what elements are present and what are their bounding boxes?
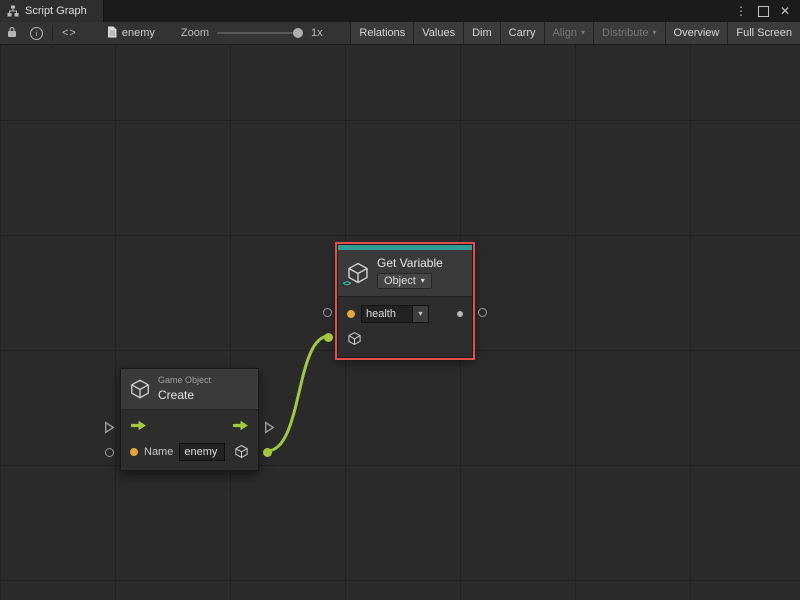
code-icon: <> bbox=[62, 27, 77, 39]
relations-button[interactable]: Relations bbox=[350, 22, 413, 44]
param-label: Name bbox=[144, 446, 173, 458]
overview-button[interactable]: Overview bbox=[665, 22, 728, 44]
caret-down-icon: ▾ bbox=[581, 29, 585, 37]
zoom-label: Zoom bbox=[181, 27, 209, 39]
variable-name-row: ▾ bbox=[338, 301, 472, 326]
edit-graph-button[interactable]: <> bbox=[56, 22, 83, 44]
object-input-row bbox=[338, 326, 472, 351]
close-icon[interactable]: ✕ bbox=[778, 4, 792, 18]
node-title: Get Variable bbox=[377, 256, 443, 270]
node-header: <> Get Variable Object ▾ bbox=[338, 250, 472, 297]
toolbar-buttons: Relations Values Dim Carry Align ▾ Distr… bbox=[350, 22, 800, 44]
align-button[interactable]: Align ▾ bbox=[544, 22, 593, 44]
caret-down-icon: ▾ bbox=[653, 29, 657, 37]
flow-row bbox=[121, 414, 258, 439]
node-body: Name bbox=[121, 410, 258, 470]
zoom-value: 1x bbox=[311, 27, 323, 39]
window-controls: ⋮ ✕ bbox=[734, 0, 800, 22]
tab-title: Script Graph bbox=[25, 5, 87, 17]
flow-out-arrow-icon bbox=[232, 419, 249, 435]
script-graph-icon bbox=[7, 5, 19, 17]
graph-asset-reference[interactable]: enemy bbox=[107, 22, 155, 44]
zoom-slider-track bbox=[217, 32, 303, 34]
node-category: Game Object bbox=[158, 375, 211, 385]
caret-down-icon: ▾ bbox=[418, 310, 422, 318]
lock-icon bbox=[6, 26, 18, 41]
connection-edge[interactable] bbox=[267, 336, 329, 451]
dim-button[interactable]: Dim bbox=[463, 22, 500, 44]
node-create-game-object[interactable]: Game Object Create Name bbox=[120, 368, 259, 471]
window-titlebar: Script Graph ⋮ ✕ bbox=[0, 0, 800, 22]
game-object-icon bbox=[347, 331, 362, 346]
zoom-control: Zoom 1x bbox=[181, 22, 323, 44]
code-badge-icon: <> bbox=[343, 279, 350, 288]
variable-name-input[interactable] bbox=[361, 305, 413, 323]
lock-button[interactable] bbox=[0, 22, 24, 44]
info-button[interactable]: i bbox=[24, 22, 49, 44]
caret-down-icon: ▾ bbox=[421, 277, 425, 285]
node-header: Game Object Create bbox=[121, 369, 258, 410]
tab-script-graph[interactable]: Script Graph bbox=[0, 0, 104, 22]
script-asset-icon bbox=[107, 26, 117, 41]
graph-canvas[interactable]: <> Get Variable Object ▾ ▾ bbox=[0, 44, 800, 600]
values-button[interactable]: Values bbox=[413, 22, 463, 44]
name-param-row: Name bbox=[121, 439, 258, 464]
game-object-cube-icon bbox=[129, 378, 151, 400]
graph-asset-name: enemy bbox=[122, 27, 155, 39]
graph-toolbar: i <> enemy Zoom 1x Relations Values Dim … bbox=[0, 22, 800, 45]
info-icon: i bbox=[30, 27, 43, 40]
maximize-icon[interactable] bbox=[756, 4, 770, 18]
node-title: Create bbox=[158, 388, 211, 402]
flow-in-arrow-icon bbox=[130, 419, 147, 435]
name-input-port[interactable] bbox=[105, 448, 114, 457]
name-value-dot bbox=[130, 448, 138, 456]
pane-menu-icon[interactable]: ⋮ bbox=[734, 4, 748, 18]
flow-output-port[interactable] bbox=[264, 421, 275, 437]
name-input-port[interactable] bbox=[323, 308, 332, 317]
carry-button[interactable]: Carry bbox=[500, 22, 544, 44]
flow-input-port[interactable] bbox=[104, 421, 115, 437]
variable-name-combo: ▾ bbox=[361, 305, 429, 323]
toolbar-separator bbox=[52, 25, 53, 41]
object-input-port[interactable] bbox=[324, 333, 333, 342]
name-value-dot bbox=[347, 310, 355, 318]
value-output-dot bbox=[457, 311, 463, 317]
name-param-input[interactable] bbox=[179, 443, 225, 461]
zoom-slider-handle[interactable] bbox=[293, 28, 303, 38]
game-object-output-icon bbox=[234, 444, 249, 459]
value-output-port[interactable] bbox=[478, 308, 487, 317]
object-output-port[interactable] bbox=[263, 448, 272, 457]
zoom-slider[interactable] bbox=[217, 27, 303, 39]
node-body: ▾ bbox=[338, 297, 472, 357]
variable-cube-icon: <> bbox=[346, 261, 370, 285]
full-screen-button[interactable]: Full Screen bbox=[727, 22, 800, 44]
distribute-button[interactable]: Distribute ▾ bbox=[593, 22, 664, 44]
variable-scope-dropdown[interactable]: Object ▾ bbox=[377, 273, 432, 289]
node-get-variable[interactable]: <> Get Variable Object ▾ ▾ bbox=[337, 244, 473, 358]
variable-name-dropdown[interactable]: ▾ bbox=[413, 305, 429, 323]
